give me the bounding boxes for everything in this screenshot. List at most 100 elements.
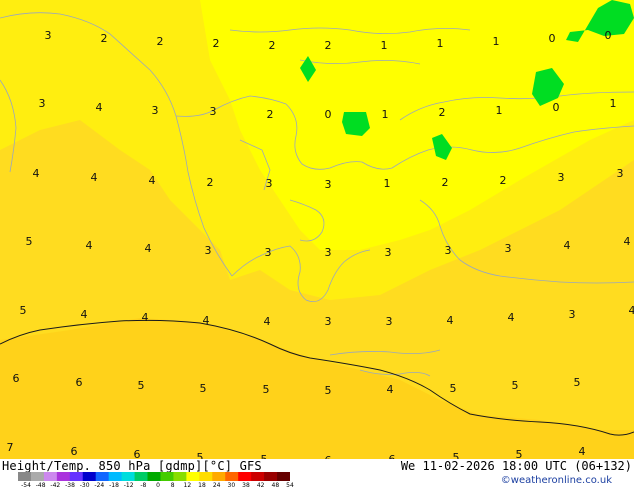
contour-label: 1 <box>496 104 503 117</box>
scale-swatch <box>199 472 212 481</box>
contour-label: 3 <box>385 246 392 259</box>
contour-label: 2 <box>213 37 220 50</box>
contour-label: 3 <box>39 97 46 110</box>
scale-tick-label: -12 <box>124 482 134 489</box>
scale-tick-label: 8 <box>171 482 175 489</box>
contour-label: 1 <box>384 177 391 190</box>
map-panel: 3222221110034332012101444233122335443333… <box>0 0 634 459</box>
contour-label: 4 <box>564 239 571 252</box>
credit-link[interactable]: ©weatheronline.co.uk <box>501 475 612 486</box>
contour-label: 4 <box>86 239 93 252</box>
scale-swatch <box>277 472 290 481</box>
temperature-field-map: 3222221110034332012101444233122335443333… <box>0 0 634 459</box>
scale-swatch <box>135 472 148 481</box>
contour-label: 4 <box>624 235 631 248</box>
contour-label: 1 <box>382 108 389 121</box>
scale-tick-label: -48 <box>36 482 46 489</box>
scale-swatch <box>160 472 173 481</box>
scale-swatch <box>70 472 83 481</box>
contour-label: 5 <box>20 304 27 317</box>
scale-tick-label: 0 <box>156 482 160 489</box>
scale-swatch <box>186 472 199 481</box>
contour-label: 3 <box>266 177 273 190</box>
contour-label: 4 <box>81 308 88 321</box>
contour-label: 6 <box>13 372 20 385</box>
contour-label: 3 <box>445 244 452 257</box>
contour-label: 5 <box>138 379 145 392</box>
contour-label: 4 <box>145 242 152 255</box>
contour-label: 4 <box>149 174 156 187</box>
scale-swatch <box>148 472 161 481</box>
color-scale <box>18 472 290 481</box>
contour-label: 3 <box>505 242 512 255</box>
contour-label: 2 <box>439 106 446 119</box>
contour-label: 0 <box>549 32 556 45</box>
contour-label: 5 <box>516 448 523 459</box>
scale-swatch <box>225 472 238 481</box>
scale-tick-label: 30 <box>228 482 236 489</box>
contour-label: 4 <box>387 383 394 396</box>
contour-label: 2 <box>267 108 274 121</box>
contour-label: 4 <box>447 314 454 327</box>
contour-label: 6 <box>134 448 141 459</box>
contour-label: 3 <box>325 246 332 259</box>
scale-tick-label: -38 <box>65 482 75 489</box>
scale-tick-label: -8 <box>140 482 146 489</box>
contour-label: 0 <box>325 108 332 121</box>
contour-label: 2 <box>269 39 276 52</box>
scale-tick-label: 38 <box>242 482 250 489</box>
scale-tick-label: -54 <box>21 482 31 489</box>
contour-label: 3 <box>558 171 565 184</box>
scale-tick-label: 54 <box>286 482 294 489</box>
contour-label: 4 <box>508 311 515 324</box>
scale-swatch <box>212 472 225 481</box>
map-title: Height/Temp. 850 hPa [gdmp][°C] GFS <box>2 459 262 473</box>
contour-label: 4 <box>91 171 98 184</box>
scale-swatch <box>173 472 186 481</box>
scale-swatch <box>264 472 277 481</box>
contour-label: 4 <box>629 304 634 317</box>
contour-label: 4 <box>96 101 103 114</box>
contour-label: 1 <box>493 35 500 48</box>
contour-label: 3 <box>205 244 212 257</box>
contour-label: 3 <box>325 178 332 191</box>
valid-time: We 11-02-2026 18:00 UTC (06+132) <box>401 459 632 473</box>
contour-label: 5 <box>26 235 33 248</box>
contour-label: 4 <box>264 315 271 328</box>
contour-label: 6 <box>76 376 83 389</box>
scale-swatch <box>44 472 57 481</box>
contour-label: 5 <box>263 383 270 396</box>
contour-label: 2 <box>101 32 108 45</box>
scale-tick-label: -24 <box>94 482 104 489</box>
contour-label: 2 <box>442 176 449 189</box>
scale-tick-label: 48 <box>272 482 280 489</box>
scale-tick-label: -30 <box>80 482 90 489</box>
scale-swatch <box>83 472 96 481</box>
contour-label: 1 <box>381 39 388 52</box>
contour-label: 2 <box>500 174 507 187</box>
contour-label: 3 <box>210 105 217 118</box>
contour-label: 5 <box>450 382 457 395</box>
contour-label: 3 <box>45 29 52 42</box>
contour-label: 5 <box>574 376 581 389</box>
contour-label: 7 <box>7 441 14 454</box>
contour-label: 3 <box>265 246 272 259</box>
contour-label: 4 <box>579 445 586 458</box>
contour-label: 5 <box>453 451 460 459</box>
scale-swatch <box>251 472 264 481</box>
contour-label: 3 <box>325 315 332 328</box>
contour-label: 3 <box>386 315 393 328</box>
scale-tick-label: 12 <box>184 482 192 489</box>
contour-label: 5 <box>200 382 207 395</box>
scale-swatch <box>238 472 251 481</box>
footer-bar: Height/Temp. 850 hPa [gdmp][°C] GFS We 1… <box>0 459 634 490</box>
contour-label: 5 <box>325 384 332 397</box>
scale-swatch <box>18 472 31 481</box>
contour-label: 2 <box>325 39 332 52</box>
scale-swatch <box>109 472 122 481</box>
scale-tick-label: 24 <box>213 482 221 489</box>
contour-label: 4 <box>203 314 210 327</box>
contour-label: 3 <box>152 104 159 117</box>
scale-tick-label: -18 <box>109 482 119 489</box>
contour-label: 1 <box>437 37 444 50</box>
